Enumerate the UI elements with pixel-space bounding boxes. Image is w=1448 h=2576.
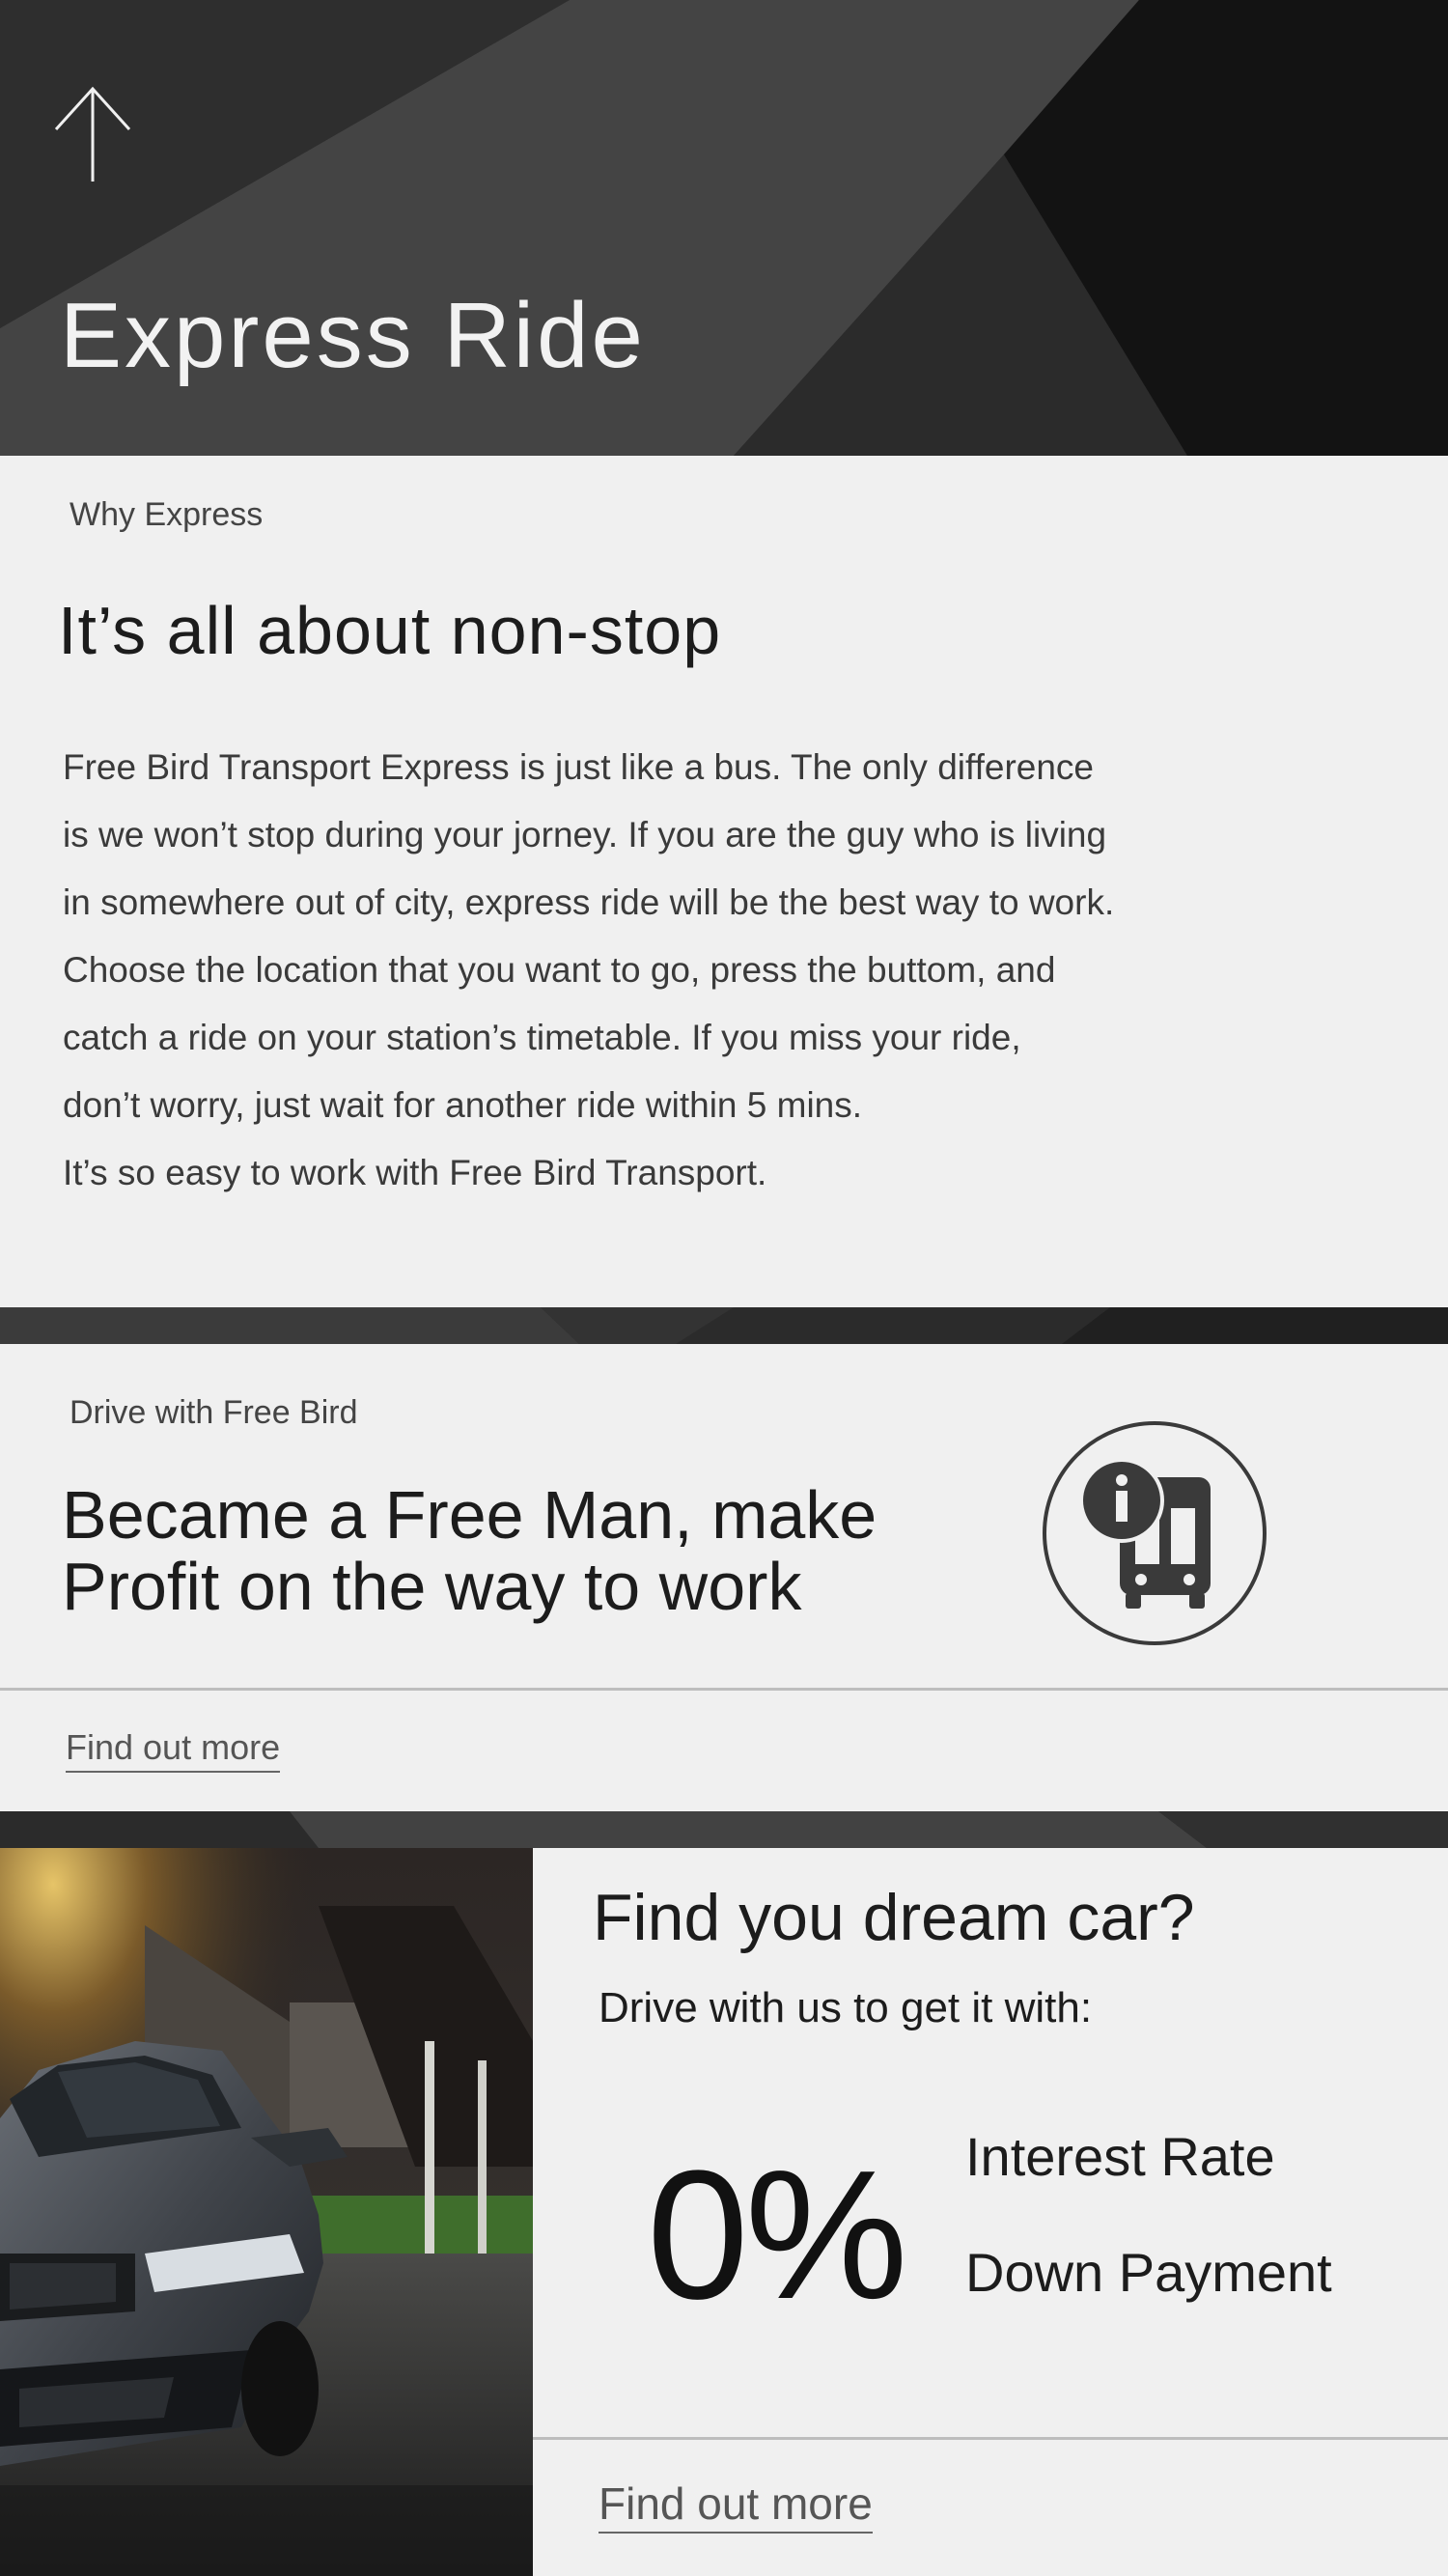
find-out-more-link[interactable]: Find out more xyxy=(66,1730,281,1773)
body-line: Free Bird Transport Express is just like… xyxy=(63,747,1095,787)
perk-interest-rate: Interest Rate xyxy=(965,2126,1275,2187)
arrow-up-icon xyxy=(54,86,131,182)
section-eyebrow: Why Express xyxy=(70,496,264,533)
back-button[interactable] xyxy=(52,85,133,185)
section-body: Free Bird Transport Express is just like… xyxy=(63,734,1318,1207)
section-heading: Find you dream car? xyxy=(593,1881,1195,1954)
divider xyxy=(0,1688,1448,1691)
section-subheading: Drive with us to get it with: xyxy=(599,1984,1093,2031)
hero-background xyxy=(0,0,1448,456)
perk-down-payment: Down Payment xyxy=(965,2242,1332,2303)
body-line: It’s so easy to work with Free Bird Tran… xyxy=(63,1153,767,1192)
separator-band xyxy=(0,1307,1448,1344)
body-line: in somewhere out of city, express ride w… xyxy=(63,882,1115,922)
separator-band xyxy=(0,1811,1448,1848)
hero-banner: Express Ride xyxy=(0,0,1448,456)
body-line: Choose the location that you want to go,… xyxy=(63,950,1056,990)
page-title: Express Ride xyxy=(60,284,646,387)
heading-line: Became a Free Man, make xyxy=(62,1477,877,1553)
section-heading: It’s all about non-stop xyxy=(58,593,722,668)
section-eyebrow: Drive with Free Bird xyxy=(70,1394,358,1431)
find-out-more-link[interactable]: Find out more xyxy=(599,2481,873,2534)
body-line: is we won’t stop during your jorney. If … xyxy=(63,815,1107,854)
divider xyxy=(533,2437,1448,2440)
heading-line: Profit on the way to work xyxy=(62,1549,802,1624)
section-heading: Became a Free Man, make Profit on the wa… xyxy=(62,1479,877,1622)
sports-car-photo xyxy=(0,1848,533,2576)
bus-info-icon xyxy=(1041,1419,1268,1647)
body-line: catch a ride on your station’s timetable… xyxy=(63,1018,1021,1057)
rate-figure: 0% xyxy=(647,2133,908,2338)
body-line: don’t worry, just wait for another ride … xyxy=(63,1085,863,1125)
